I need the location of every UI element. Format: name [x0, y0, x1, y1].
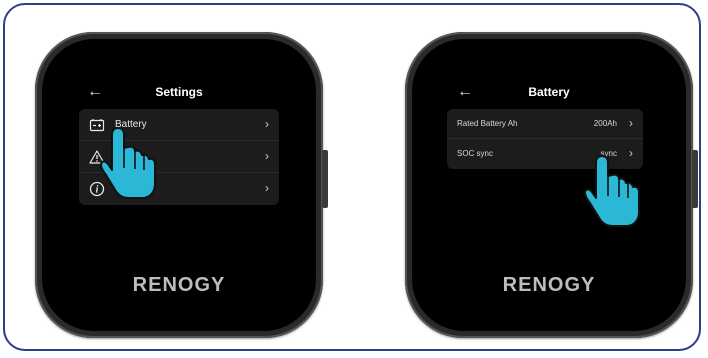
brand-logo: RENOGY [132, 274, 226, 296]
side-button[interactable] [322, 150, 328, 208]
menu-item-rated-battery-ah[interactable]: Rated Battery Ah 200Ah › [447, 109, 643, 139]
device-battery: ← Battery Rated Battery Ah 200Ah › SOC s… [405, 32, 698, 338]
brand-logo: RENOGY [502, 274, 596, 296]
pointing-hand-icon [100, 127, 156, 199]
menu-item-label: SOC sync [457, 149, 494, 158]
screen-title: Battery [528, 85, 570, 99]
pointing-hand-icon [584, 155, 640, 227]
menu-item-value: 200Ah [593, 119, 617, 128]
device-settings: ← Settings Battery › › i › RENOGY [35, 32, 328, 338]
menu-item-label: Rated Battery Ah [457, 119, 518, 128]
side-button[interactable] [692, 150, 698, 208]
chevron-right-icon: › [629, 116, 633, 130]
svg-text:i: i [96, 185, 99, 196]
screen-title: Settings [155, 85, 203, 99]
chevron-right-icon: › [265, 149, 269, 163]
chevron-right-icon: › [265, 117, 269, 131]
device-screen: ← Battery Rated Battery Ah 200Ah › SOC s… [412, 39, 686, 331]
chevron-right-icon: › [265, 181, 269, 195]
device-screen: ← Settings Battery › › i › RENOGY [42, 39, 316, 331]
